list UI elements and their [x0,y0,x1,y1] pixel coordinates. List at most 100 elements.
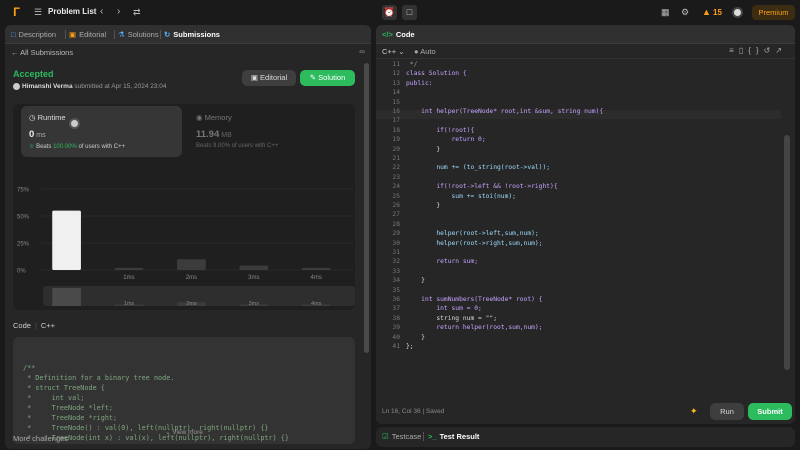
line-number: 38 [392,314,400,322]
line-number: 26 [392,202,400,209]
editor-line[interactable]: string num = ""; [406,314,497,323]
editor-line[interactable]: } [406,145,440,154]
line-number: 41 [392,343,400,350]
line-number: 24 [392,183,400,191]
tab-description[interactable]: □ Description [11,30,56,39]
code-line: * int val; [23,394,85,402]
chart-bar [114,267,144,270]
editor-line[interactable]: helper(root->left,sum,num); [406,229,538,238]
format-icon[interactable]: ≡ [729,46,739,55]
streak-count[interactable]: 15 [713,8,722,17]
tab-solutions[interactable]: ⚗ Solutions [118,30,159,39]
problem-list-link[interactable]: Problem List [48,7,96,16]
editor-line[interactable]: if(!root){ [406,126,474,135]
editor-line[interactable]: }; [406,342,414,351]
editor-status: Ln 16, Col 36 | Saved [382,408,445,415]
runtime-card[interactable]: ◷ Runtime 0 ms ♕ Beats 100.00% of users w… [21,106,182,157]
back-to-submissions[interactable]: ← All Submissions [11,48,73,57]
edit-icon: ✎ [309,73,317,82]
line-number: 11 [392,61,400,68]
notes-icon[interactable]: □ [402,5,417,20]
memory-label[interactable]: ◉ Memory [196,113,232,122]
x-tick-label: 4ms [311,275,322,281]
solution-button[interactable]: ✎ Solution [300,70,355,86]
line-number: 21 [392,155,400,162]
editor-line[interactable]: num += (to_string(root->val)); [406,163,550,172]
line-number: 31 [392,249,400,256]
premium-button[interactable]: Premium [752,5,795,20]
overview-tick-label: 2ms [186,301,197,307]
code-editor[interactable]: 11 12 13 14 15 16 17 18 19 20 21 22 23 24 25 26 27 28 29 30… [376,60,795,410]
runtime-value: 0 ms [29,129,46,140]
editor-line[interactable]: } [406,276,425,285]
user-name[interactable]: Himanshi Verma [22,83,73,90]
alarm-icon[interactable]: ⏰ [382,5,397,20]
editor-line[interactable]: } [406,333,425,342]
editor-line[interactable]: helper(root->right,sum,num); [406,239,542,248]
code-line: * TreeNode *right; [23,414,118,422]
layout-icon[interactable]: ▦ [661,7,670,18]
leetcode-logo-icon[interactable]: Г [10,6,23,19]
line-number: 39 [392,324,400,332]
bookmark-icon[interactable]: ▯ [739,46,748,55]
editor-line[interactable]: sum += stoi(num); [406,192,515,201]
sparkle-icon[interactable]: ✦ [690,406,698,417]
editor-line[interactable]: return helper(root,sum,num); [406,323,542,332]
reset-icon[interactable]: ↺ [764,46,776,55]
editor-line[interactable]: } [406,201,440,210]
language-select[interactable]: C++ ⌄ [382,47,405,56]
test-panel: ☑ Testcase >_ Test Result [376,427,795,447]
editor-line[interactable]: public: [406,79,433,88]
run-button[interactable]: Run [710,403,744,420]
editor-line[interactable]: class Solution { [406,69,467,78]
editor-line[interactable]: return sum; [406,257,478,266]
line-number: 16 [392,108,400,115]
editor-line[interactable]: */ [406,60,418,69]
tab-code[interactable]: </> Code [382,30,415,39]
tab-editorial[interactable]: ▣ Editorial [69,30,106,39]
stats-panel: ◷ Runtime 0 ms ♕ Beats 100.00% of users w… [13,104,355,310]
prev-problem-icon[interactable]: ‹ [100,6,103,17]
gear-icon[interactable]: ⚙ [681,7,689,18]
chart-bar [239,265,269,270]
tab-submissions[interactable]: ↻ Submissions [164,30,220,39]
left-scrollbar[interactable] [364,63,369,353]
chart-bar [301,267,331,270]
editor-line[interactable]: int sum = 0; [406,304,482,313]
book-icon: ▣ [250,73,258,82]
submission-meta: Himanshi Verma submitted at Apr 15, 2024… [13,83,167,90]
submit-button[interactable]: Submit [748,403,792,420]
editor-line[interactable]: return 0; [406,135,485,144]
editor-line[interactable]: int helper(TreeNode* root,int &sum, stri… [406,107,603,116]
editor-toolbar: C++ ⌄ ● Auto ≡▯{}↺↗ [376,44,795,59]
editor-scrollbar[interactable] [784,135,790,370]
line-number: 28 [392,220,400,228]
code-tabs: </> Code [376,25,795,44]
list-icon[interactable]: ☰ [34,8,43,17]
code-panel: </> Code C++ ⌄ ● Auto ≡▯{}↺↗ 11 12 13 14 15 16… [376,25,795,424]
line-number: 17 [392,117,400,125]
next-problem-icon[interactable]: › [117,6,120,17]
fullscreen-icon[interactable]: ↗ [775,46,787,55]
editor-line[interactable]: int sumNumbers(TreeNode* root) { [406,295,542,304]
memory-beats: Beats 9.00% of users with C++ [196,143,279,149]
avatar[interactable] [732,7,743,18]
tab-test-result[interactable]: >_ Test Result [428,432,479,441]
overview-bar [52,288,81,306]
more-challenges[interactable]: More challenges [13,434,68,443]
auto-mode[interactable]: ● Auto [414,47,436,56]
braces-icon[interactable]: {} [748,46,763,55]
y-tick-label: 50% [17,215,30,221]
editorial-button[interactable]: ▣ Editorial [242,70,296,86]
clock-icon: ◷ [29,113,36,122]
shuffle-icon[interactable]: ⇄ [133,7,141,18]
line-number: 37 [392,305,400,313]
line-number: 22 [392,164,400,172]
x-tick-label: 1ms [123,275,134,281]
link-icon[interactable]: ∞ [359,47,365,56]
fire-icon: ▲ [702,7,711,17]
editor-line[interactable]: if(!root->left && !root->right){ [406,182,557,191]
overview-tick-label: 1ms [124,301,135,307]
tab-testcase[interactable]: ☑ Testcase [382,432,421,441]
line-number: 20 [392,145,400,153]
